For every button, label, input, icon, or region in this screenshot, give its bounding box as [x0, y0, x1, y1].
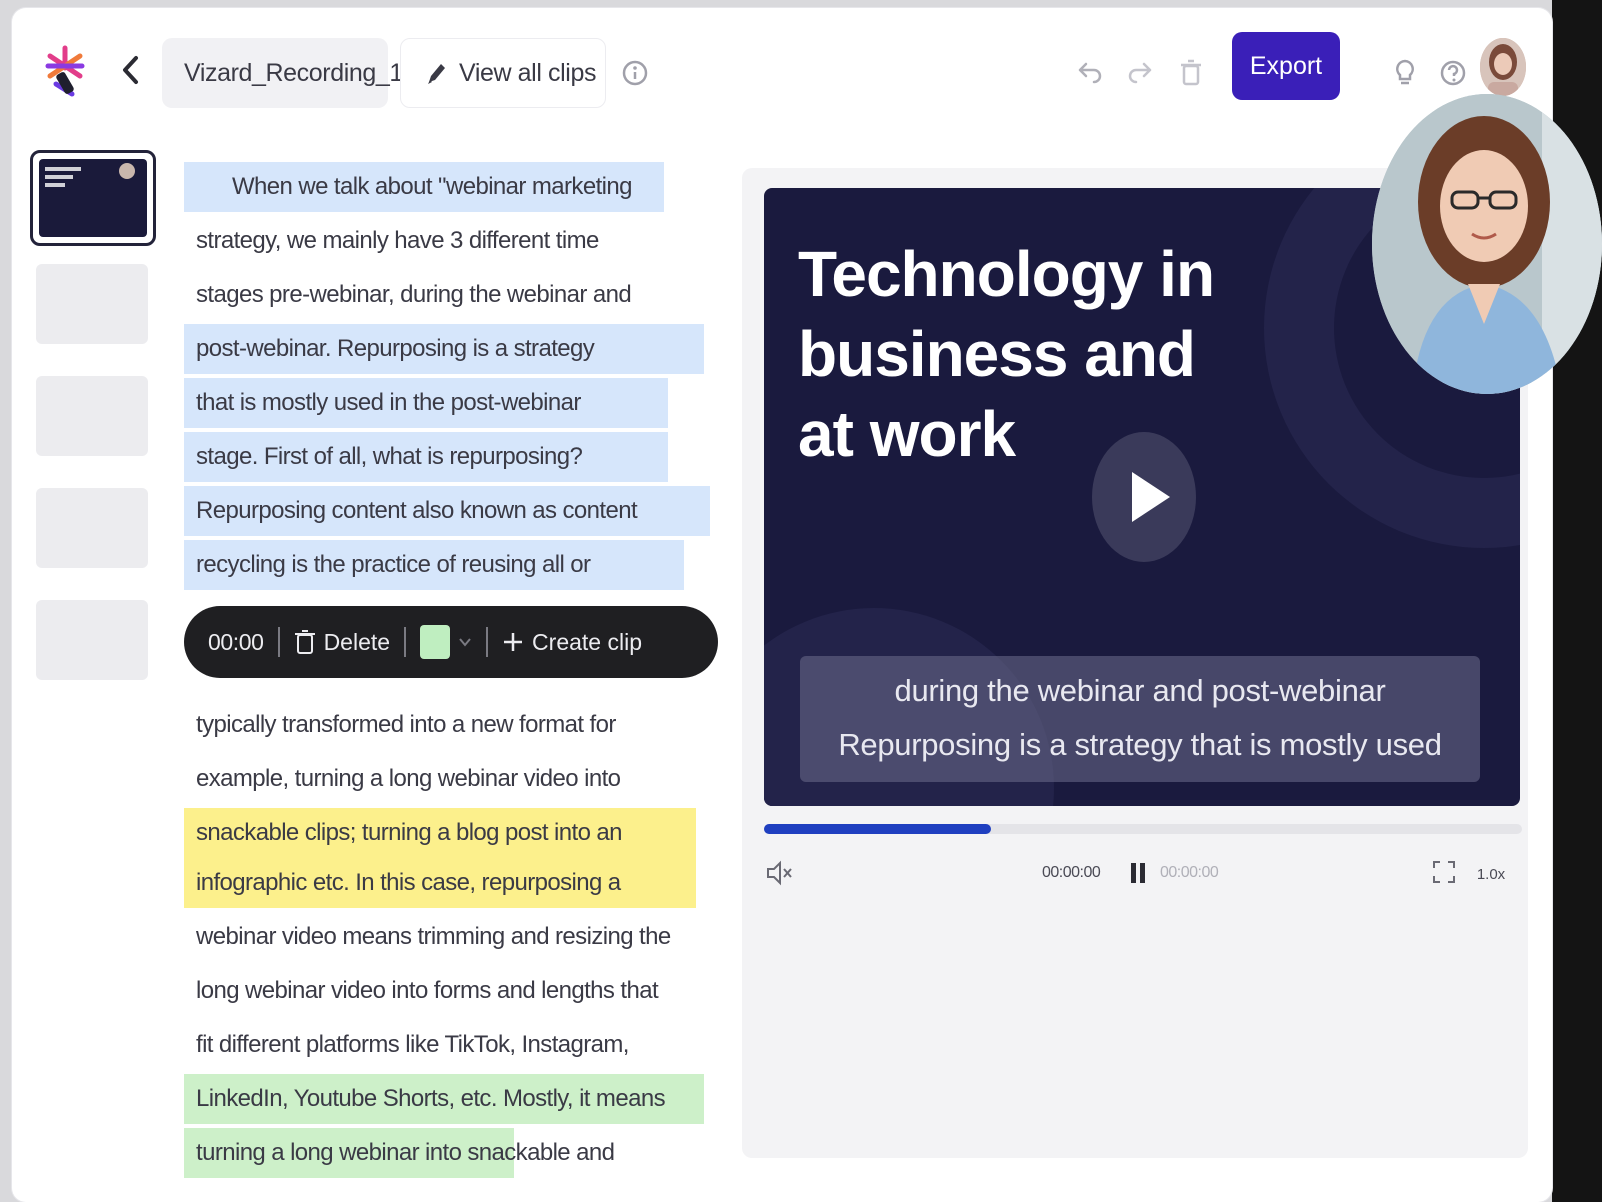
- back-button[interactable]: [116, 52, 148, 88]
- lightbulb-icon: [1396, 59, 1414, 85]
- transcript-line[interactable]: stages pre-webinar, during the webinar a…: [184, 270, 704, 320]
- fullscreen-icon: [1433, 861, 1455, 883]
- play-button[interactable]: [1092, 432, 1196, 562]
- export-button[interactable]: Export: [1232, 32, 1340, 100]
- clip-thumbnail-3[interactable]: [36, 376, 148, 456]
- pause-button[interactable]: [1126, 858, 1150, 888]
- avatar-icon: [1480, 38, 1526, 96]
- caption-line-2: Repurposing is a strategy that is mostly…: [838, 727, 1442, 762]
- trash-icon: [1181, 59, 1201, 86]
- clip-time: 00:00: [208, 628, 264, 655]
- caption-line-1: during the webinar and post-webinar: [894, 673, 1386, 708]
- fullscreen-button[interactable]: [1430, 858, 1458, 886]
- help-button[interactable]: [1436, 56, 1470, 90]
- app-logo-icon: [45, 45, 85, 97]
- info-icon: [622, 60, 648, 86]
- clip-thumbnail-5[interactable]: [36, 600, 148, 680]
- clip-thumbnail-preview: [39, 159, 147, 237]
- toolbar-divider: [486, 627, 489, 657]
- play-icon: [1132, 472, 1170, 522]
- transcript-line[interactable]: webinar video means trimming and resizin…: [184, 912, 714, 962]
- toolbar-divider: [404, 627, 407, 657]
- clip-toolbar: 00:00 Delete Create clip: [184, 606, 718, 678]
- transcript-line[interactable]: typically transformed into a new format …: [184, 700, 704, 750]
- highlight-color-picker[interactable]: [420, 625, 472, 659]
- undo-icon: [1078, 62, 1102, 84]
- tips-button[interactable]: [1388, 56, 1422, 90]
- transcript-line[interactable]: turning a long webinar into snackable an…: [184, 1128, 704, 1178]
- view-all-clips-button[interactable]: View all clips: [400, 38, 606, 108]
- clip-thumbnail-1[interactable]: [30, 150, 156, 246]
- toolbar-divider: [277, 627, 280, 657]
- transcript-line[interactable]: Repurposing content also known as conten…: [184, 486, 710, 536]
- create-clip-button[interactable]: Create clip: [502, 629, 642, 656]
- transcript-line[interactable]: strategy, we mainly have 3 different tim…: [184, 216, 704, 266]
- video-progress-bar[interactable]: [764, 824, 1522, 834]
- playback-speed-button[interactable]: 1.0x: [1474, 862, 1508, 886]
- editor-window: Vizard_Recording_1 View all clips Export…: [12, 8, 1552, 1202]
- undo-button[interactable]: [1072, 56, 1106, 90]
- presenter-avatar-icon: [1372, 94, 1602, 394]
- plus-icon: [504, 633, 523, 651]
- chevron-left-icon: [123, 56, 138, 84]
- info-button[interactable]: [618, 56, 652, 90]
- chevron-down-icon: [459, 638, 471, 647]
- color-swatch: [420, 625, 451, 659]
- user-avatar[interactable]: [1480, 38, 1526, 96]
- video-caption: during the webinar and post-webinar Repu…: [800, 656, 1480, 782]
- webcam-overlay[interactable]: [1372, 94, 1602, 394]
- redo-icon: [1128, 62, 1152, 84]
- create-clip-label: Create clip: [532, 628, 642, 655]
- volume-muted-icon: [767, 860, 792, 886]
- transcript-panel: When we talk about "webinar marketing st…: [184, 156, 724, 1202]
- view-all-clips-label: View all clips: [459, 58, 597, 87]
- delete-clip-button[interactable]: Delete: [294, 629, 390, 656]
- transcript-line[interactable]: example, turning a long webinar video in…: [184, 754, 704, 804]
- pause-icon: [1131, 863, 1145, 883]
- file-name-field[interactable]: Vizard_Recording_1: [162, 38, 403, 108]
- clip-thumbnail-2[interactable]: [36, 264, 148, 344]
- transcript-line[interactable]: stage. First of all, what is repurposing…: [184, 432, 668, 482]
- transcript-line[interactable]: LinkedIn, Youtube Shorts, etc. Mostly, i…: [184, 1074, 704, 1124]
- pencil-icon: [428, 64, 445, 84]
- thumbnail-image-icon: [45, 163, 135, 187]
- clip-thumbnail-4[interactable]: [36, 488, 148, 568]
- video-progress-fill: [764, 824, 992, 834]
- transcript-line[interactable]: that is mostly used in the post-webinar: [184, 378, 668, 428]
- transcript-line[interactable]: recycling is the practice of reusing all…: [184, 540, 684, 590]
- transcript-line[interactable]: When we talk about "webinar marketing: [184, 162, 664, 212]
- transcript-line[interactable]: long webinar video into forms and length…: [184, 966, 714, 1016]
- transcript-line[interactable]: infographic etc. In this case, repurposi…: [184, 858, 696, 908]
- transcript-line[interactable]: post-webinar. Repurposing is a strategy: [184, 324, 704, 374]
- transcript-line[interactable]: snackable clips; turning a blog post int…: [184, 808, 696, 858]
- total-time: 00:00:00: [1160, 864, 1219, 881]
- redo-button[interactable]: [1124, 56, 1158, 90]
- current-time: 00:00:00: [1042, 864, 1101, 881]
- trash-icon: [294, 630, 315, 654]
- help-icon: [1440, 60, 1466, 86]
- delete-button[interactable]: [1174, 56, 1208, 90]
- top-bar: Vizard_Recording_1 View all clips Export: [12, 8, 1552, 128]
- delete-clip-label: Delete: [323, 628, 391, 655]
- mute-button[interactable]: [764, 858, 794, 888]
- transcript-line[interactable]: fit different platforms like TikTok, Ins…: [184, 1020, 714, 1070]
